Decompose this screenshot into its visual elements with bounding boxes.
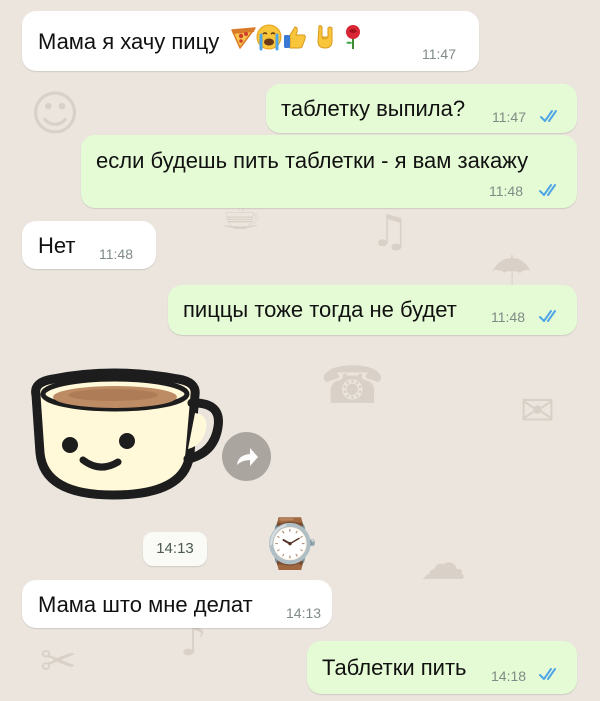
- message-time: 11:47: [492, 109, 526, 125]
- read-ticks-icon: [539, 184, 556, 196]
- message-time: 11:48: [491, 309, 525, 325]
- message-time: 11:48: [99, 246, 133, 262]
- read-ticks-icon: [539, 310, 556, 322]
- read-ticks-icon: [539, 668, 556, 680]
- rock-hand-icon: [317, 25, 333, 49]
- message-time: 14:18: [491, 668, 527, 684]
- message-time: 11:47: [422, 46, 456, 62]
- message-bubble[interactable]: Мама я хачу пицу 11:47: [22, 11, 479, 71]
- message-bubble[interactable]: если будешь пить таблетки - я вам закажу…: [81, 135, 577, 208]
- read-ticks-icon: [540, 110, 557, 122]
- message-text: пиццы тоже тогда не будет: [183, 297, 457, 322]
- message-text: Мама я хачу пицу: [38, 29, 220, 54]
- message-bubble[interactable]: Мама што мне делат 14:13: [22, 580, 332, 628]
- sticker-time: 14:13: [143, 532, 207, 566]
- message-text: если будешь пить таблетки - я вам закажу: [96, 148, 529, 173]
- message-bubble[interactable]: Нет 11:48: [22, 221, 156, 269]
- rose-icon: [346, 25, 360, 49]
- chat-messages: Мама я хачу пицу 11:47 таблетку выпила? …: [0, 0, 600, 701]
- forward-button[interactable]: [222, 432, 271, 481]
- coffee-cup-sticker[interactable]: [18, 367, 223, 507]
- message-time: 11:48: [489, 183, 523, 199]
- message-time: 14:13: [286, 605, 322, 621]
- forward-arrow-icon: [236, 447, 258, 466]
- message-text: Таблетки пить: [322, 655, 467, 680]
- message-text: таблетку выпила?: [281, 96, 466, 121]
- pizza-icon: [231, 27, 256, 49]
- message-bubble[interactable]: таблетку выпила? 11:47: [266, 84, 577, 133]
- message-bubble[interactable]: Таблетки пить 14:18: [307, 641, 577, 694]
- crying-face-icon: [256, 24, 282, 51]
- message-bubble[interactable]: пиццы тоже тогда не будет 11:48: [168, 285, 577, 335]
- message-text: Мама што мне делат: [38, 592, 253, 617]
- message-text: Нет: [38, 233, 76, 258]
- thumbs-up-icon: [284, 26, 306, 49]
